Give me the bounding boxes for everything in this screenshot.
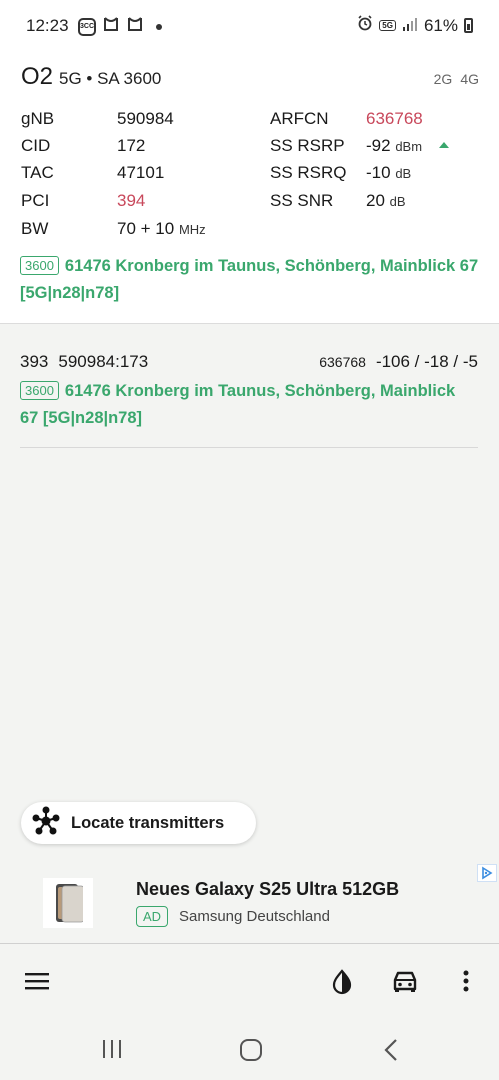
ad-sponsor: Samsung Deutschland [179,908,330,925]
value-pci: 394 [117,191,146,210]
ad-banner[interactable]: Neues Galaxy S25 Ultra 512GB AD Samsung … [0,858,499,944]
more-vert-icon[interactable] [462,969,470,998]
app-bottom-bar [0,945,499,1020]
value-arfcn: 636768 [366,109,423,128]
operator-name: O2 [21,63,54,90]
contrast-icon[interactable] [330,969,354,1000]
serving-cell-panel: O2 5G • SA 3600 2G 4G gNB 590984 CID 172… [0,52,499,324]
notification-dot-icon [156,23,162,30]
label-ss-snr: SS SNR [270,191,334,210]
serving-site-link[interactable]: 3600 61476 Kronberg im Taunus, Schönberg,… [20,253,480,307]
car-icon[interactable] [391,969,419,998]
band-4g[interactable]: 4G [460,71,479,87]
value-ss-snr-wrap: 20 dB [366,191,406,211]
status-bar: 12:23 3CC 5G 61% [0,0,499,52]
value-ss-rsrp-wrap: -92 dBm [366,136,449,156]
back-icon[interactable] [383,1038,399,1067]
unit-ss-rsrq: dB [395,166,412,181]
recent-apps-icon[interactable] [101,1038,123,1065]
operator-header: O2 5G • SA 3600 [21,63,161,91]
neighbor-ids: 393 590984:173 [20,352,148,372]
ad-title[interactable]: Neues Galaxy S25 Ultra 512GB [136,879,399,900]
neighbor-band-badge: 3600 [20,381,59,400]
unit-ss-snr: dB [389,194,406,209]
value-bw-wrap: 70 + 10 MHz [117,219,206,239]
label-ss-rsrq: SS RSRQ [270,163,347,182]
neighbor-signal-info: 636768 -106 / -18 / -5 [319,352,478,372]
value-ss-rsrq-wrap: -10 dB [366,163,411,183]
label-ss-rsrp: SS RSRP [270,136,345,155]
value-ss-rsrq: -10 [366,163,391,182]
home-icon[interactable] [239,1038,263,1067]
value-gnb: 590984 [117,109,174,128]
label-tac: TAC [21,163,54,182]
battery-percent: 61% [423,15,458,35]
mi-home-icon [102,15,120,38]
value-ss-snr: 20 [366,191,385,210]
unit-bw: MHz [178,222,206,237]
label-arfcn: ARFCN [270,109,329,128]
trend-up-icon [438,142,449,148]
system-nav-bar [0,1020,499,1080]
neighbor-signal: -106 / -18 / -5 [375,352,478,371]
mi-home-icon [126,15,144,38]
neighbor-site-link[interactable]: 3600 61476 Kronberg im Taunus, Schönberg,… [20,378,478,432]
neighbor-arfcn: 636768 [319,354,366,370]
value-bw: 70 + 10 [117,219,175,238]
status-time: 12:23 [26,16,69,35]
signal-icon [402,16,418,36]
neighbor-cell-id: 590984:173 [58,352,149,371]
status-right: 5G 61% [357,15,473,36]
band-2g[interactable]: 2G [434,71,453,87]
label-gnb: gNB [21,109,55,128]
battery-icon [464,18,473,33]
neighbor-site-address: 61476 Kronberg im Taunus, Schönberg, Mai… [20,382,456,427]
site-band-badge: 3600 [20,256,59,275]
notification-icons: 3CC [78,15,162,38]
network-type-badge: 5G [379,20,396,31]
band-selector: 2G 4G [434,71,479,87]
neighbor-cell-row[interactable]: 393 590984:173 636768 -106 / -18 / -5 3600… [20,350,478,448]
label-pci: PCI [21,191,50,210]
3cc-icon: 3CC [78,17,96,36]
label-cid: CID [21,136,51,155]
locate-transmitters-button[interactable]: Locate transmitters [21,802,256,844]
operator-tech: 5G • SA 3600 [59,69,162,88]
value-ss-rsrp: -92 [366,136,391,155]
serving-site-address: 61476 Kronberg im Taunus, Schönberg, Mai… [20,257,479,302]
network-nodes-icon [31,806,61,841]
ad-choices-icon[interactable] [477,864,497,882]
unit-ss-rsrp: dBm [395,139,423,154]
menu-icon[interactable] [25,969,49,998]
ad-phone-image [43,878,93,928]
ad-badge: AD [136,906,169,927]
neighbor-pci: 393 [20,352,49,371]
value-cid: 172 [117,136,146,155]
alarm-icon [357,15,373,36]
locate-transmitters-label: Locate transmitters [71,813,225,832]
value-tac: 47101 [117,163,165,182]
label-bw: BW [21,219,49,238]
